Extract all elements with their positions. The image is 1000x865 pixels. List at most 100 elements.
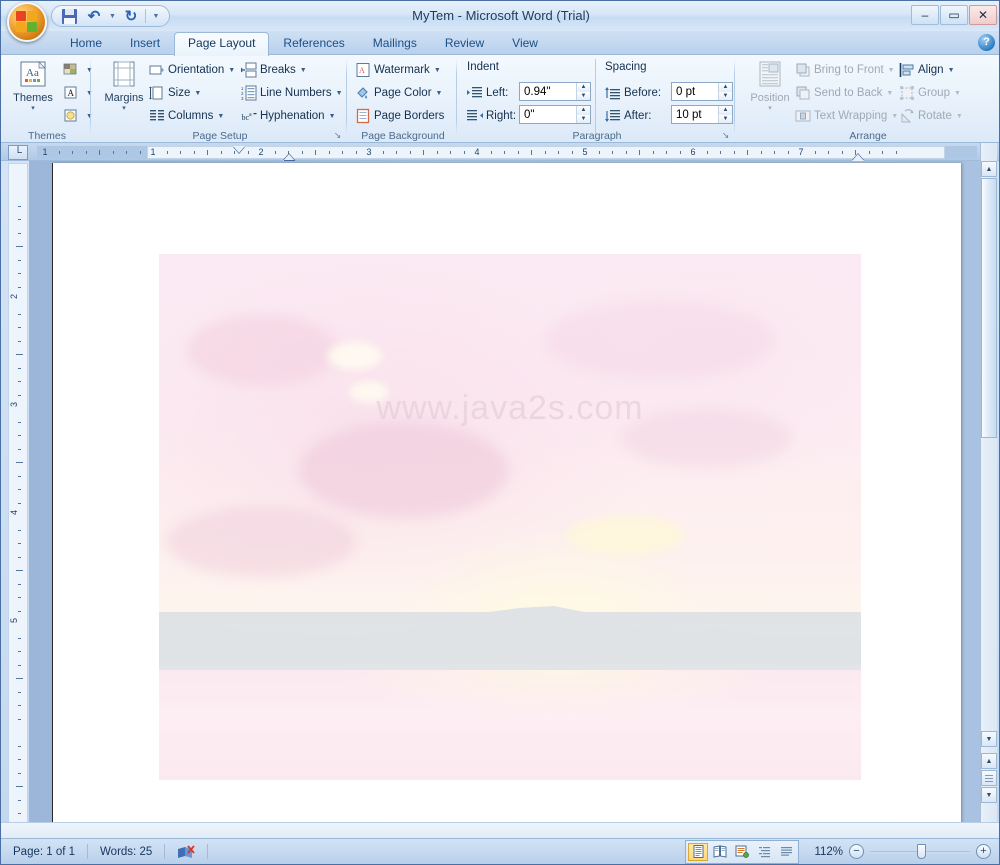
themes-button[interactable]: Aa Themes ▾ <box>6 59 60 112</box>
ruler-tick <box>504 151 505 154</box>
scroll-up-button[interactable]: ▲ <box>981 161 997 177</box>
vertical-ruler-tick <box>18 394 21 396</box>
print-layout-view-button[interactable] <box>688 842 708 861</box>
spin-up-icon[interactable]: ▲ <box>719 106 732 115</box>
zoom-in-button[interactable]: + <box>976 844 991 859</box>
outline-view-button[interactable] <box>754 843 774 861</box>
spacing-after-spin-buttons[interactable]: ▲ ▼ <box>718 106 732 123</box>
full-screen-reading-view-button[interactable] <box>710 843 730 861</box>
redo-button[interactable]: ↻ <box>120 7 142 25</box>
theme-colors-button[interactable]: ▼ <box>63 60 93 80</box>
spacing-before-icon <box>605 85 621 101</box>
sunset-landscape-picture[interactable]: www.java2s.com <box>159 254 861 780</box>
align-button[interactable]: Align ▼ <box>899 60 955 80</box>
customize-qat-button[interactable]: ▼ <box>149 7 163 25</box>
page-indicator[interactable]: Page: 1 of 1 <box>1 839 87 865</box>
proofing-status-button[interactable] <box>165 839 207 865</box>
tab-mailings[interactable]: Mailings <box>359 32 431 55</box>
spacing-after-input[interactable] <box>672 106 718 123</box>
spacing-before-stepper[interactable]: ▲ ▼ <box>671 82 733 101</box>
office-button[interactable] <box>7 2 47 42</box>
theme-effects-button[interactable]: ▼ <box>63 106 93 126</box>
word-count-indicator[interactable]: Words: 25 <box>88 839 164 865</box>
chevron-down-icon: ▼ <box>328 112 336 120</box>
horizontal-scrollbar-area[interactable] <box>1 822 999 838</box>
vertical-ruler[interactable]: 2 3 4 5 <box>8 163 28 823</box>
watermark-button[interactable]: A Watermark ▼ <box>355 60 441 80</box>
rotate-button[interactable]: Rotate ▼ <box>899 106 963 126</box>
undo-button[interactable]: ↶ <box>83 7 105 25</box>
close-button[interactable]: ✕ <box>969 5 997 25</box>
help-icon[interactable]: ? <box>978 34 995 51</box>
tab-page-layout[interactable]: Page Layout <box>174 32 270 56</box>
indent-right-stepper[interactable]: ▲ ▼ <box>519 105 591 124</box>
scroll-down-button[interactable]: ▼ <box>981 731 997 747</box>
spacing-before-spin-buttons[interactable]: ▲ ▼ <box>718 83 732 100</box>
web-layout-view-button[interactable] <box>732 843 752 861</box>
orientation-button[interactable]: Orientation ▼ <box>149 60 235 80</box>
spacing-before-input[interactable] <box>672 83 718 100</box>
vertical-scroll-thumb[interactable] <box>981 178 997 438</box>
indent-heading: Indent <box>467 61 499 73</box>
ruler-tick-half <box>747 150 748 155</box>
spin-up-icon[interactable]: ▲ <box>577 83 590 92</box>
group-button[interactable]: Group ▼ <box>899 83 961 103</box>
previous-page-button[interactable]: ▲ <box>981 753 997 769</box>
indent-left-spin-buttons[interactable]: ▲ ▼ <box>576 83 590 100</box>
theme-fonts-button[interactable]: A ▼ <box>63 83 93 103</box>
ruler-tick <box>463 151 465 154</box>
hyphenation-button[interactable]: bc a Hyphenation ▼ <box>241 106 336 126</box>
paragraph-dialog-launcher[interactable]: ↘ <box>720 130 731 141</box>
tab-stop-selector[interactable]: └ <box>8 145 28 160</box>
indent-left-input[interactable] <box>520 83 576 100</box>
position-button[interactable]: Position ▾ <box>743 59 797 112</box>
first-line-indent-marker[interactable] <box>233 146 245 153</box>
spin-down-icon[interactable]: ▼ <box>719 91 732 100</box>
zoom-slider[interactable] <box>870 844 970 859</box>
send-to-back-button[interactable]: Send to Back ▼ <box>795 83 893 103</box>
breaks-button[interactable]: Breaks ▼ <box>240 60 307 80</box>
zoom-out-button[interactable]: − <box>849 844 864 859</box>
text-wrapping-button[interactable]: Text Wrapping ▼ <box>795 106 898 126</box>
indent-right-input[interactable] <box>520 106 576 123</box>
browse-object-button[interactable] <box>981 770 997 786</box>
page-setup-dialog-launcher[interactable]: ↘ <box>332 130 343 141</box>
margins-button[interactable]: Margins ▾ <box>97 59 151 112</box>
tab-home[interactable]: Home <box>56 32 116 55</box>
columns-button[interactable]: Columns ▼ <box>149 106 224 126</box>
ruler-track[interactable]: 1 1 2 3 4 5 6 7 <box>37 146 977 165</box>
bring-to-front-button[interactable]: Bring to Front ▼ <box>795 60 895 80</box>
save-button[interactable] <box>58 7 80 25</box>
page-color-button[interactable]: Page Color ▼ <box>355 83 442 103</box>
document-page[interactable]: www.java2s.com <box>53 163 961 824</box>
spin-up-icon[interactable]: ▲ <box>577 106 590 115</box>
right-indent-marker[interactable] <box>852 154 864 161</box>
spin-up-icon[interactable]: ▲ <box>719 83 732 92</box>
horizontal-ruler[interactable]: └ 1 1 2 3 4 5 6 7 <box>1 143 999 165</box>
tab-references[interactable]: References <box>269 32 358 55</box>
line-numbers-button[interactable]: 1 2 3 Line Numbers ▼ <box>241 83 343 103</box>
maximize-button[interactable]: ▭ <box>940 5 968 25</box>
spin-down-icon[interactable]: ▼ <box>577 114 590 123</box>
themes-label: Themes <box>13 92 53 104</box>
zoom-slider-thumb[interactable] <box>917 844 926 859</box>
undo-dropdown-button[interactable]: ▼ <box>108 7 117 25</box>
vertical-ruler-tick <box>18 259 21 261</box>
spin-down-icon[interactable]: ▼ <box>577 91 590 100</box>
document-canvas[interactable]: www.java2s.com <box>29 161 983 824</box>
spin-down-icon[interactable]: ▼ <box>719 114 732 123</box>
tab-view[interactable]: View <box>498 32 552 55</box>
minimize-button[interactable]: – <box>911 5 939 25</box>
next-page-button[interactable]: ▼ <box>981 787 997 803</box>
draft-view-button[interactable] <box>776 843 796 861</box>
size-button[interactable]: Size ▼ <box>149 83 201 103</box>
vertical-scrollbar[interactable]: ▲ ▼ ▲ ▼ <box>980 143 997 824</box>
indent-right-spin-buttons[interactable]: ▲ ▼ <box>576 106 590 123</box>
zoom-level-label[interactable]: 112% <box>805 846 843 858</box>
svg-text:A: A <box>359 66 365 75</box>
tab-insert[interactable]: Insert <box>116 32 174 55</box>
spacing-after-stepper[interactable]: ▲ ▼ <box>671 105 733 124</box>
tab-review[interactable]: Review <box>431 32 498 55</box>
page-borders-button[interactable]: Page Borders <box>355 106 444 126</box>
indent-left-stepper[interactable]: ▲ ▼ <box>519 82 591 101</box>
